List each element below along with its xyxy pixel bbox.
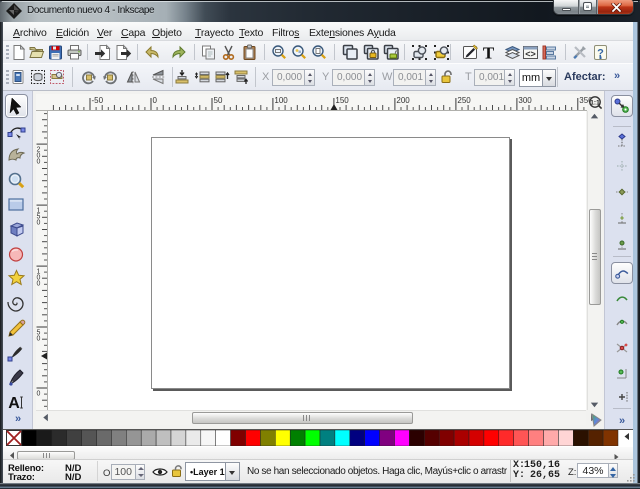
svg-text:0: 0 [37,159,41,166]
svg-text:A: A [8,395,20,412]
svg-text:300: 300 [518,96,532,105]
svg-text:0: 0 [37,336,41,343]
svg-text:0: 0 [37,391,41,398]
svg-text:-50: -50 [92,96,104,105]
svg-text:1:1: 1:1 [590,99,600,106]
svg-text:0: 0 [37,220,41,227]
svg-text:0: 0 [37,281,41,288]
svg-text:<>: <> [525,49,536,59]
svg-text:0: 0 [153,96,158,105]
svg-text:150: 150 [335,96,349,105]
svg-text:250: 250 [457,96,471,105]
svg-text:200: 200 [396,96,410,105]
svg-text:50: 50 [214,96,223,105]
svg-text:T: T [482,44,494,61]
svg-text:100: 100 [274,96,288,105]
